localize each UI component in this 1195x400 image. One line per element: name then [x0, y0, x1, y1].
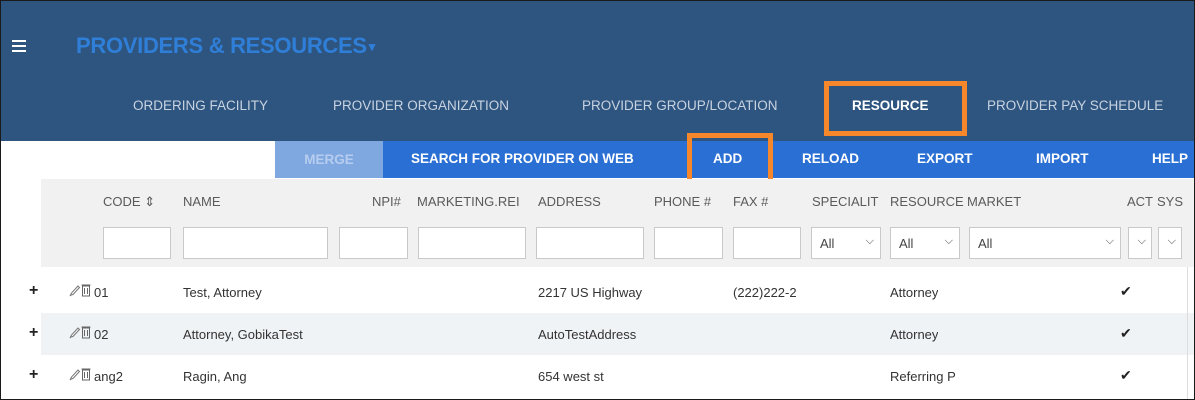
tab-provider-group-location[interactable]: PROVIDER GROUP/LOCATION	[582, 98, 778, 113]
reload-button[interactable]: RELOAD	[802, 151, 859, 166]
scrollbar-track[interactable]	[1187, 267, 1188, 399]
cell-address: AutoTestAddress	[538, 327, 637, 342]
chevron-down-icon: ⌵	[865, 235, 874, 247]
grid-header: CODE ⇕ NAME NPI# MARKETING.REI ADDRESS P…	[41, 179, 1194, 267]
marketing-rep-filter-input[interactable]	[418, 227, 526, 259]
cell-address: 654 west st	[538, 369, 604, 384]
column-header-system[interactable]: SYS	[1157, 194, 1183, 209]
edit-pencil-icon[interactable]	[69, 325, 81, 344]
export-button[interactable]: EXPORT	[917, 151, 973, 166]
import-button[interactable]: IMPORT	[1036, 151, 1089, 166]
npi-filter-input[interactable]	[339, 227, 408, 259]
cell-resource-type: Attorney	[890, 327, 939, 342]
column-header-market[interactable]: MARKET	[967, 194, 1021, 209]
code-filter-input[interactable]	[103, 227, 171, 259]
resource-type-filter-select[interactable]: All ⌵	[890, 227, 960, 259]
active-check-icon: ✔	[1120, 325, 1132, 341]
expand-row-icon[interactable]: +	[29, 282, 38, 300]
add-button[interactable]: ADD	[713, 151, 742, 166]
cell-name: Attorney, GobikaTest	[183, 327, 303, 342]
active-check-icon: ✔	[1120, 367, 1132, 383]
chevron-down-icon: ⌵	[1105, 235, 1114, 247]
module-title-dropdown[interactable]: PROVIDERS & RESOURCES ▾	[76, 33, 375, 59]
tab-resource[interactable]: RESOURCE	[852, 98, 929, 113]
market-filter-select[interactable]: All ⌵	[969, 227, 1121, 259]
chevron-down-icon: ⌵	[944, 235, 953, 247]
column-header-fax[interactable]: FAX #	[733, 194, 768, 209]
column-header-address[interactable]: ADDRESS	[538, 194, 601, 209]
help-button[interactable]: HELP	[1152, 151, 1188, 166]
search-provider-web-button[interactable]: SEARCH FOR PROVIDER ON WEB	[411, 151, 634, 166]
column-header-specialty[interactable]: SPECIALIT	[812, 194, 888, 209]
column-header-resource-type[interactable]: RESOURCE	[890, 194, 964, 209]
table-row[interactable]: + 01 Test, Attorney 2217 US Highway (222…	[29, 271, 1194, 313]
column-header-active[interactable]: ACT	[1127, 194, 1153, 209]
phone-filter-input[interactable]	[654, 227, 723, 259]
sort-icon[interactable]: ⇕	[144, 194, 155, 209]
active-filter-select[interactable]: ⌵	[1128, 227, 1152, 259]
table-row[interactable]: + ang2 Ragin, Ang 654 west st Referring …	[29, 355, 1194, 397]
chevron-down-icon: ▾	[368, 39, 376, 55]
cell-code: 01	[94, 285, 109, 300]
column-header-phone[interactable]: PHONE #	[654, 194, 711, 209]
name-filter-input[interactable]	[183, 227, 328, 259]
trash-icon[interactable]	[81, 325, 91, 344]
cell-name: Ragin, Ang	[183, 369, 247, 384]
edit-pencil-icon[interactable]	[69, 367, 81, 386]
cell-fax: (222)222-2	[733, 285, 797, 300]
cell-name: Test, Attorney	[183, 285, 262, 300]
active-check-icon: ✔	[1120, 283, 1132, 299]
hamburger-menu-icon[interactable]	[12, 40, 26, 52]
expand-row-icon[interactable]: +	[29, 324, 38, 342]
app-window: PROVIDERS & RESOURCES ▾ ORDERING FACILITY…	[0, 0, 1195, 400]
specialty-filter-select[interactable]: All ⌵	[811, 227, 881, 259]
module-title: PROVIDERS & RESOURCES	[76, 33, 367, 58]
column-header-code[interactable]: CODE ⇕	[103, 194, 155, 210]
cell-code: ang2	[94, 369, 123, 384]
chevron-down-icon: ⌵	[1167, 235, 1176, 247]
chevron-down-icon: ⌵	[1137, 235, 1146, 247]
merge-button[interactable]: MERGE	[275, 141, 383, 178]
cell-address: 2217 US Highway	[538, 285, 643, 300]
address-filter-input[interactable]	[536, 227, 644, 259]
system-filter-select[interactable]: ⌵	[1158, 227, 1182, 259]
trash-icon[interactable]	[81, 367, 91, 386]
tab-provider-organization[interactable]: PROVIDER ORGANIZATION	[333, 98, 509, 113]
cell-code: 02	[94, 327, 109, 342]
column-header-marketing-rep[interactable]: MARKETING.REI	[417, 194, 538, 209]
tab-provider-pay-schedule[interactable]: PROVIDER PAY SCHEDULE	[987, 98, 1163, 113]
cell-resource-type: Attorney	[890, 285, 939, 300]
column-header-npi[interactable]: NPI#	[372, 194, 401, 209]
tab-ordering-facility[interactable]: ORDERING FACILITY	[133, 98, 268, 113]
edit-pencil-icon[interactable]	[69, 283, 81, 302]
table-row[interactable]: + 02 Attorney, GobikaTest AutoTestAddres…	[29, 313, 1194, 355]
fax-filter-input[interactable]	[733, 227, 801, 259]
trash-icon[interactable]	[81, 283, 91, 302]
resource-grid: CODE ⇕ NAME NPI# MARKETING.REI ADDRESS P…	[29, 179, 1194, 399]
expand-row-icon[interactable]: +	[29, 366, 38, 384]
column-header-name[interactable]: NAME	[183, 194, 221, 209]
cell-resource-type: Referring P	[890, 369, 956, 384]
